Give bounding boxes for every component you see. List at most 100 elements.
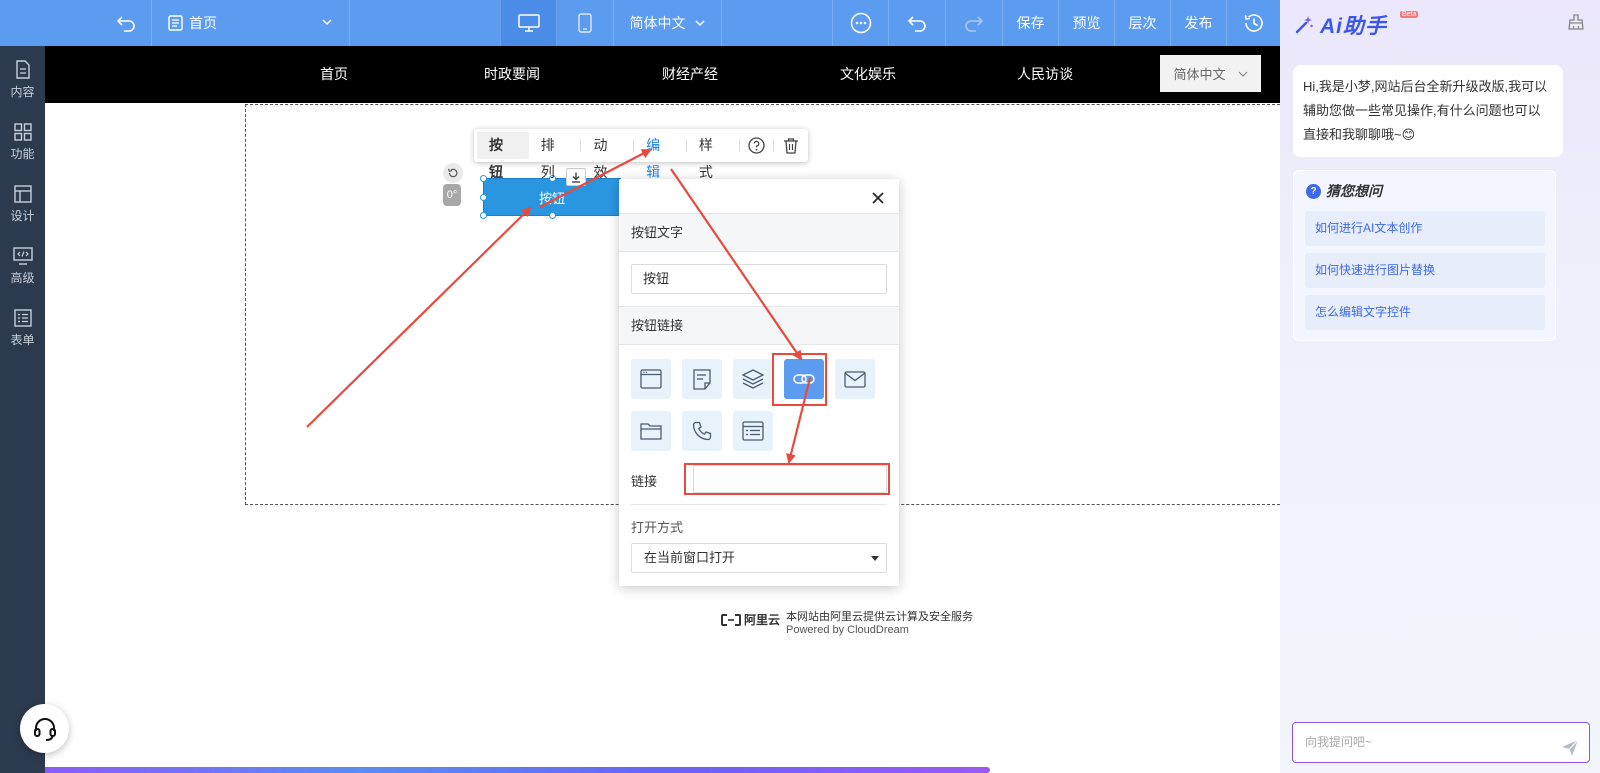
faq-item-image-replace[interactable]: 如何快速进行图片替换	[1305, 253, 1545, 288]
open-mode-select[interactable]: 在当前窗口打开	[631, 543, 887, 573]
site-language-label: 简体中文	[1173, 67, 1226, 82]
tab-style[interactable]: 样式	[687, 132, 739, 180]
magic-wand-icon	[1295, 16, 1313, 34]
undo-button[interactable]	[889, 0, 946, 46]
button-edit-panel: 按钮文字 按钮 按钮链接 链接 打开方式 在当前窗口打开	[619, 179, 899, 586]
clear-chat-button[interactable]	[1568, 14, 1584, 33]
layers-button[interactable]: 层次	[1115, 0, 1171, 46]
caret-down-icon	[871, 556, 879, 561]
resize-handle[interactable]	[480, 194, 487, 201]
site-navigation: 首页 时政要闻 财经产经 文化娱乐 人民访谈 简体中文	[45, 46, 1280, 103]
link-type-email[interactable]	[835, 359, 875, 399]
form-list-icon	[13, 308, 32, 327]
undo-arrow-icon	[116, 16, 135, 32]
broom-icon	[1568, 14, 1584, 30]
code-monitor-icon	[12, 246, 33, 265]
suggested-questions-label: 猜您想问	[1326, 183, 1382, 199]
mobile-icon	[578, 13, 592, 33]
language-selector[interactable]: 简体中文	[614, 0, 722, 46]
rotate-icon	[447, 168, 458, 178]
save-button[interactable]: 保存	[1003, 0, 1059, 46]
site-footer: 阿里云 本网站由阿里云提供云计算及安全服务 Powered by CloudDr…	[721, 611, 973, 637]
folder-icon	[640, 423, 662, 440]
tab-edit[interactable]: 编辑	[634, 132, 686, 180]
publish-button[interactable]: 发布	[1171, 0, 1227, 46]
faq-item-edit-text[interactable]: 怎么编辑文字控件	[1305, 295, 1545, 330]
history-button[interactable]	[1227, 0, 1280, 46]
send-button[interactable]	[1561, 734, 1579, 773]
button-text-input[interactable]: 按钮	[631, 264, 887, 294]
nav-item-politics[interactable]: 时政要闻	[452, 46, 572, 103]
layers-icon	[742, 369, 764, 389]
faq-item-ai-text[interactable]: 如何进行AI文本创作	[1305, 211, 1545, 246]
ai-assistant-title: Ai助手	[1320, 15, 1387, 38]
sidebar-item-label: 表单	[10, 332, 35, 347]
rotation-angle-badge: 0°	[443, 184, 461, 206]
suggested-questions-title: ? 猜您想问	[1306, 181, 1382, 201]
tab-arrange[interactable]: 排列	[529, 132, 581, 180]
resize-handle[interactable]	[549, 212, 556, 219]
desktop-view-button[interactable]	[500, 0, 557, 46]
language-label: 简体中文	[629, 15, 686, 31]
page-selector-label: 首页	[189, 15, 217, 31]
sidebar-item-label: 高级	[10, 270, 35, 285]
divider	[631, 504, 887, 505]
nav-item-finance[interactable]: 财经产经	[630, 46, 750, 103]
link-type-file[interactable]	[631, 411, 671, 451]
chevron-down-icon	[322, 19, 332, 26]
help-icon	[748, 137, 765, 154]
sidebar-item-label: 功能	[10, 146, 35, 161]
highlight-link-input	[684, 463, 890, 495]
help-button[interactable]	[740, 132, 774, 159]
nav-item-culture[interactable]: 文化娱乐	[808, 46, 928, 103]
desktop-icon	[517, 14, 540, 32]
download-handle[interactable]	[566, 168, 586, 186]
left-sidebar: 内容 功能 设计 高级 表单	[0, 46, 45, 773]
ai-input-placeholder: 向我提问吧~	[1305, 735, 1373, 749]
smile-emoji: 😊	[1401, 127, 1416, 142]
link-type-article[interactable]	[682, 359, 722, 399]
sidebar-item-advanced[interactable]: 高级	[0, 238, 45, 294]
link-type-layers[interactable]	[733, 359, 773, 399]
document-icon	[15, 60, 30, 79]
nav-item-home[interactable]: 首页	[274, 46, 394, 103]
more-button[interactable]	[832, 0, 889, 46]
send-icon	[1562, 739, 1579, 756]
link-type-page[interactable]	[631, 359, 671, 399]
ai-question-input[interactable]: 向我提问吧~	[1292, 722, 1590, 763]
mobile-view-button[interactable]	[557, 0, 614, 46]
delete-button[interactable]	[774, 132, 808, 159]
greeting-text: Hi,我是小梦,网站后台全新升级改版,我可以辅助您做一些常见操作,有什么问题也可…	[1303, 79, 1548, 142]
undo-icon	[907, 16, 926, 32]
ai-assistant-header: Ai助手 Beta	[1294, 10, 1419, 40]
suggested-questions: ? 猜您想问 如何进行AI文本创作 如何快速进行图片替换 怎么编辑文字控件	[1293, 170, 1556, 341]
customer-support-button[interactable]	[20, 704, 69, 753]
close-button[interactable]	[869, 189, 887, 207]
link-type-phone[interactable]	[682, 411, 722, 451]
sidebar-item-function[interactable]: 功能	[0, 114, 45, 170]
page-icon	[640, 369, 662, 389]
sidebar-item-form[interactable]: 表单	[0, 300, 45, 356]
open-mode-label: 打开方式	[631, 520, 684, 535]
sidebar-item-content[interactable]: 内容	[0, 52, 45, 108]
aliyun-brand-text: 阿里云	[744, 613, 781, 627]
tab-animation[interactable]: 动效	[581, 132, 633, 180]
redo-icon	[965, 16, 984, 32]
page-selector[interactable]: 首页	[152, 0, 350, 46]
phone-icon	[692, 421, 712, 441]
site-language-selector[interactable]: 简体中文	[1160, 55, 1261, 92]
resize-handle[interactable]	[480, 175, 487, 182]
sidebar-item-label: 内容	[10, 85, 35, 99]
resize-handle[interactable]	[480, 212, 487, 219]
redo-button[interactable]	[946, 0, 1003, 46]
element-type-label: 按钮	[477, 132, 529, 180]
nav-item-interview[interactable]: 人民访谈	[985, 46, 1105, 103]
preview-button[interactable]: 预览	[1059, 0, 1115, 46]
ai-assistant-panel: Ai助手 Beta Hi,我是小梦,网站后台全新升级改版,我可以辅助您做一些常见…	[1280, 0, 1600, 773]
sidebar-item-design[interactable]: 设计	[0, 176, 45, 232]
link-type-list[interactable]	[733, 411, 773, 451]
rotate-handle[interactable]	[443, 163, 463, 183]
back-button[interactable]	[100, 0, 152, 46]
top-toolbar: 首页 简体中文 保存 预览 层次 发布	[0, 0, 1280, 46]
chevron-down-icon	[694, 20, 705, 27]
